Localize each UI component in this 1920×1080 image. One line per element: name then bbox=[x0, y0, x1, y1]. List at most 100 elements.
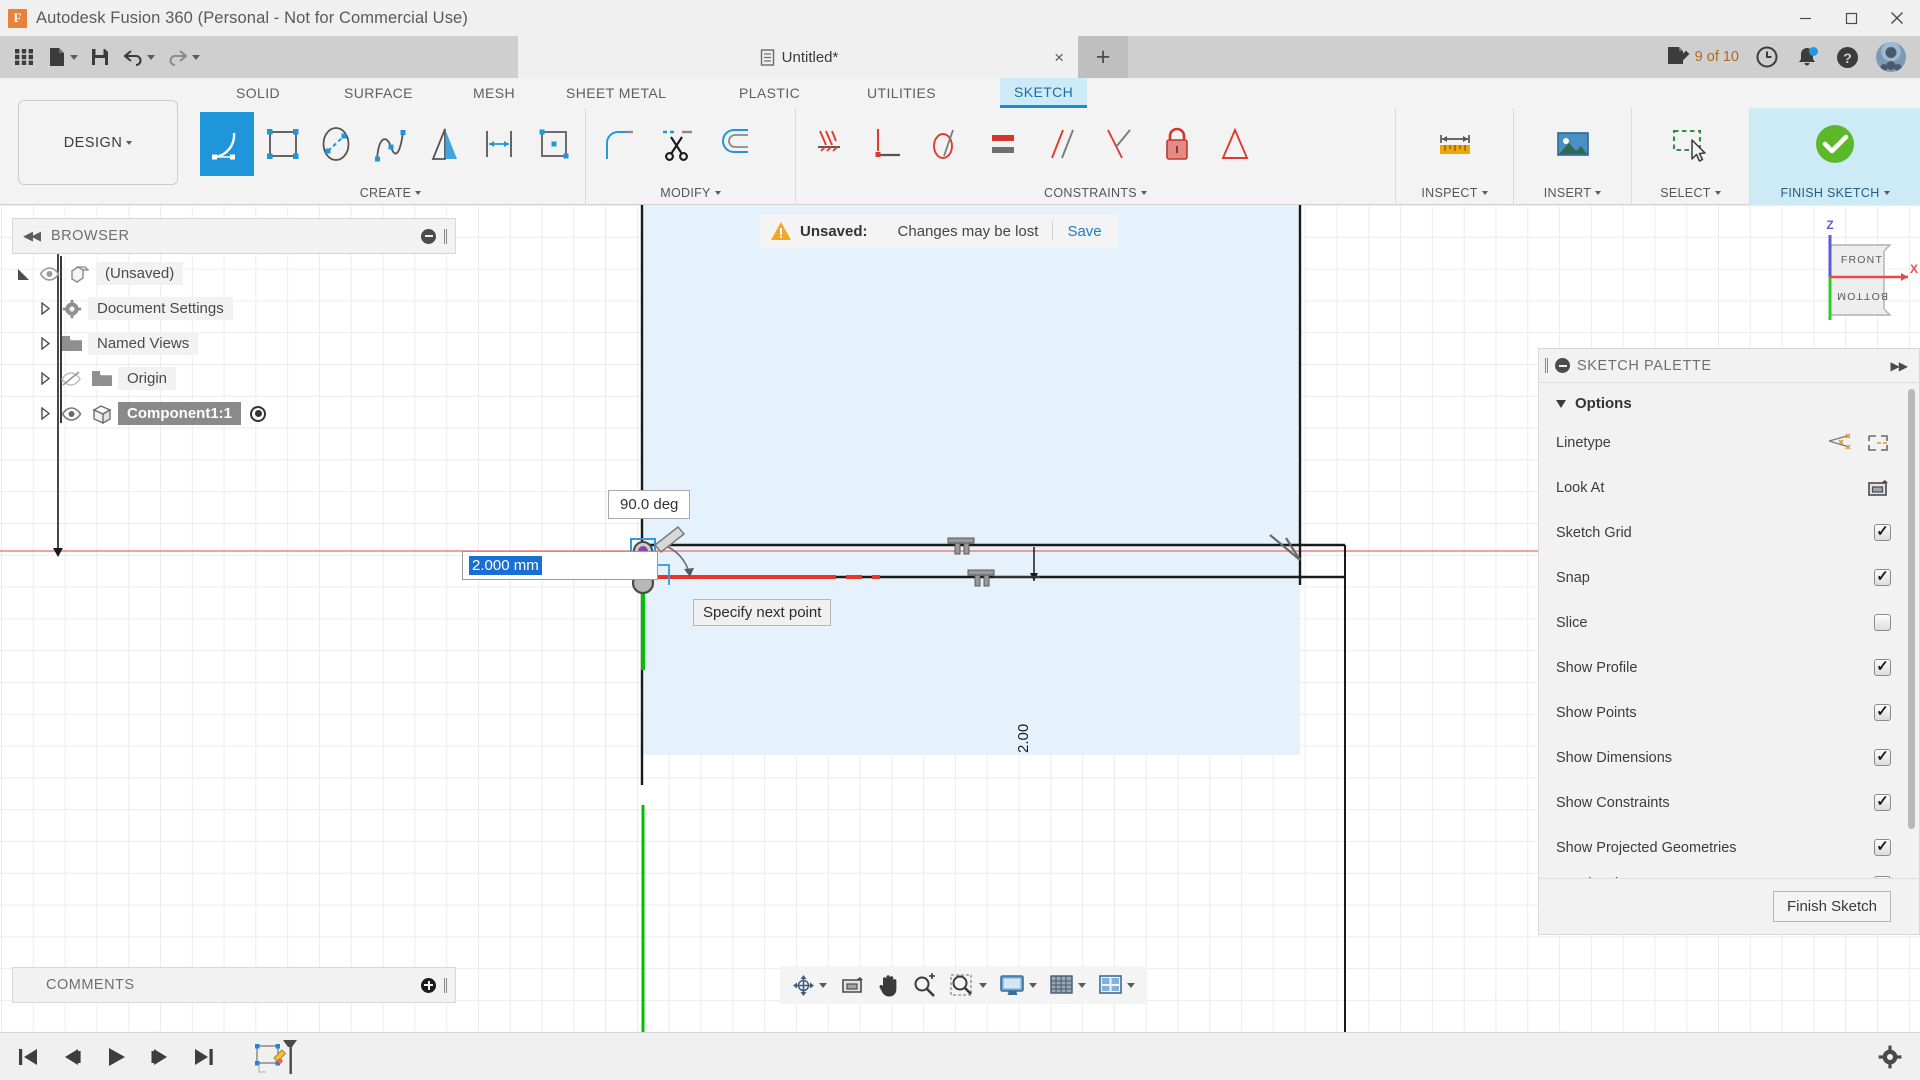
panel-modify-label[interactable]: MODIFY bbox=[586, 180, 795, 205]
construction-linetype-icon[interactable] bbox=[1865, 432, 1891, 454]
tree-item-document-settings[interactable]: Document Settings bbox=[12, 291, 456, 326]
tab-sketch[interactable]: SKETCH bbox=[1000, 78, 1087, 108]
panel-select-label[interactable]: SELECT bbox=[1632, 180, 1749, 205]
circle-tool[interactable] bbox=[309, 112, 363, 176]
dimension-input[interactable]: 2.000 mm bbox=[462, 551, 658, 580]
activate-component-radio[interactable] bbox=[250, 406, 266, 422]
maximize-button[interactable] bbox=[1828, 0, 1874, 36]
symmetry-constraint[interactable] bbox=[1206, 112, 1264, 176]
minus-icon[interactable] bbox=[421, 229, 436, 244]
perpendicular-constraint[interactable] bbox=[1090, 112, 1148, 176]
orbit-tool[interactable] bbox=[786, 968, 832, 1002]
go-to-end-button[interactable] bbox=[192, 1046, 216, 1068]
expand-icon[interactable] bbox=[12, 267, 34, 281]
resize-grip[interactable] bbox=[444, 229, 447, 244]
tree-item-component1[interactable]: Component1:1 bbox=[12, 396, 456, 431]
normal-linetype-icon[interactable] bbox=[1827, 432, 1853, 454]
tangent-constraint[interactable] bbox=[916, 112, 974, 176]
look-at-icon[interactable] bbox=[1865, 477, 1891, 499]
3d-sketch-checkbox[interactable] bbox=[1874, 876, 1891, 879]
palette-row-show-constraints[interactable]: Show Constraints bbox=[1539, 780, 1919, 825]
rectangle-tool[interactable] bbox=[254, 112, 308, 176]
select-tool[interactable] bbox=[1662, 112, 1720, 176]
trim-tool[interactable] bbox=[648, 112, 706, 176]
new-file-button[interactable] bbox=[42, 40, 83, 74]
zoom-tool[interactable] bbox=[907, 968, 942, 1002]
show-constraints-checkbox[interactable] bbox=[1874, 794, 1891, 811]
view-cube[interactable]: FRONT BOTTOM Z X bbox=[1800, 215, 1920, 335]
panel-finish-sketch[interactable]: FINISH SKETCH bbox=[1750, 108, 1920, 205]
undo-button[interactable] bbox=[117, 40, 160, 74]
settings-gear-icon[interactable] bbox=[1878, 1045, 1920, 1069]
workspace-selector-button[interactable]: DESIGN bbox=[18, 100, 178, 185]
insert-image-tool[interactable] bbox=[1544, 112, 1602, 176]
chevron-right-icon[interactable] bbox=[34, 302, 56, 315]
help-icon[interactable]: ? bbox=[1835, 45, 1860, 70]
tab-plastic[interactable]: PLASTIC bbox=[725, 78, 814, 108]
zoom-window-tool[interactable] bbox=[944, 968, 992, 1002]
go-to-beginning-button[interactable] bbox=[16, 1046, 40, 1068]
palette-row-show-projected-geometries[interactable]: Show Projected Geometries bbox=[1539, 825, 1919, 870]
minimize-button[interactable] bbox=[1782, 0, 1828, 36]
finish-sketch-check-icon[interactable] bbox=[1806, 112, 1864, 176]
palette-row-show-points[interactable]: Show Points bbox=[1539, 690, 1919, 735]
drag-grip[interactable] bbox=[1545, 358, 1548, 373]
plus-icon[interactable] bbox=[421, 978, 436, 993]
clock-icon[interactable] bbox=[1755, 45, 1779, 69]
vertical-dimension-label[interactable]: 2.00 bbox=[1015, 724, 1032, 753]
coincident-constraint[interactable] bbox=[800, 112, 858, 176]
conic-curve-tool[interactable] bbox=[418, 112, 472, 176]
chevron-right-icon[interactable] bbox=[34, 337, 56, 350]
finish-sketch-button[interactable]: Finish Sketch bbox=[1773, 891, 1891, 922]
save-link[interactable]: Save bbox=[1067, 223, 1101, 240]
collinear-constraint[interactable] bbox=[858, 112, 916, 176]
resize-grip[interactable] bbox=[444, 978, 447, 993]
redo-button[interactable] bbox=[162, 40, 205, 74]
tab-sheet-metal[interactable]: SHEET METAL bbox=[552, 78, 680, 108]
tab-utilities[interactable]: UTILITIES bbox=[853, 78, 950, 108]
rectangular-pattern-tool[interactable] bbox=[527, 112, 581, 176]
tree-item-unsaved[interactable]: (Unsaved) bbox=[12, 256, 456, 291]
tree-item-named-views[interactable]: Named Views bbox=[12, 326, 456, 361]
pan-tool[interactable] bbox=[872, 968, 905, 1002]
sketch-grid-checkbox[interactable] bbox=[1874, 524, 1891, 541]
new-tab-button[interactable]: + bbox=[1078, 36, 1128, 78]
slice-checkbox[interactable] bbox=[1874, 614, 1891, 631]
offset-tool[interactable] bbox=[706, 112, 764, 176]
snap-checkbox[interactable] bbox=[1874, 569, 1891, 586]
show-profile-checkbox[interactable] bbox=[1874, 659, 1891, 676]
show-projected-geometries-checkbox[interactable] bbox=[1874, 839, 1891, 856]
minus-icon[interactable] bbox=[1555, 358, 1570, 373]
notifications-bell-icon[interactable] bbox=[1795, 45, 1819, 69]
parallel-constraint[interactable] bbox=[1032, 112, 1090, 176]
app-grid-button[interactable] bbox=[8, 40, 40, 74]
palette-row-show-profile[interactable]: Show Profile bbox=[1539, 645, 1919, 690]
panel-insert-label[interactable]: INSERT bbox=[1514, 180, 1631, 205]
palette-row-snap[interactable]: Snap bbox=[1539, 555, 1919, 600]
palette-row-3d-sketch[interactable]: 3D Sketch bbox=[1539, 870, 1919, 878]
measure-tool[interactable] bbox=[1426, 112, 1484, 176]
fix-unfix-constraint[interactable] bbox=[1148, 112, 1206, 176]
palette-row-sketch-grid[interactable]: Sketch Grid bbox=[1539, 510, 1919, 555]
fillet-tool[interactable] bbox=[590, 112, 648, 176]
tab-solid[interactable]: SOLID bbox=[222, 78, 294, 108]
visibility-eye-icon[interactable] bbox=[34, 267, 64, 281]
palette-row-slice[interactable]: Slice bbox=[1539, 600, 1919, 645]
tab-surface[interactable]: SURFACE bbox=[330, 78, 427, 108]
panel-constraints-label[interactable]: CONSTRAINTS bbox=[796, 180, 1395, 205]
viewports-button[interactable] bbox=[1093, 968, 1140, 1002]
play-button[interactable] bbox=[104, 1046, 128, 1068]
close-button[interactable] bbox=[1874, 0, 1920, 36]
grid-snaps-button[interactable] bbox=[1044, 968, 1091, 1002]
tab-mesh[interactable]: MESH bbox=[459, 78, 529, 108]
save-button[interactable] bbox=[85, 40, 115, 74]
panel-finish-sketch-label[interactable]: FINISH SKETCH bbox=[1750, 180, 1920, 205]
visibility-hidden-icon[interactable] bbox=[56, 371, 86, 387]
chevron-right-icon[interactable] bbox=[34, 372, 56, 385]
expand-icon[interactable]: ▶▶ bbox=[1891, 359, 1907, 373]
panel-inspect-label[interactable]: INSPECT bbox=[1396, 180, 1513, 205]
document-tab[interactable]: Untitled* × bbox=[518, 36, 1078, 78]
chevron-right-icon[interactable] bbox=[34, 407, 56, 420]
show-dimensions-checkbox[interactable] bbox=[1874, 749, 1891, 766]
job-status-indicator[interactable]: 9 of 10 bbox=[1666, 45, 1739, 69]
